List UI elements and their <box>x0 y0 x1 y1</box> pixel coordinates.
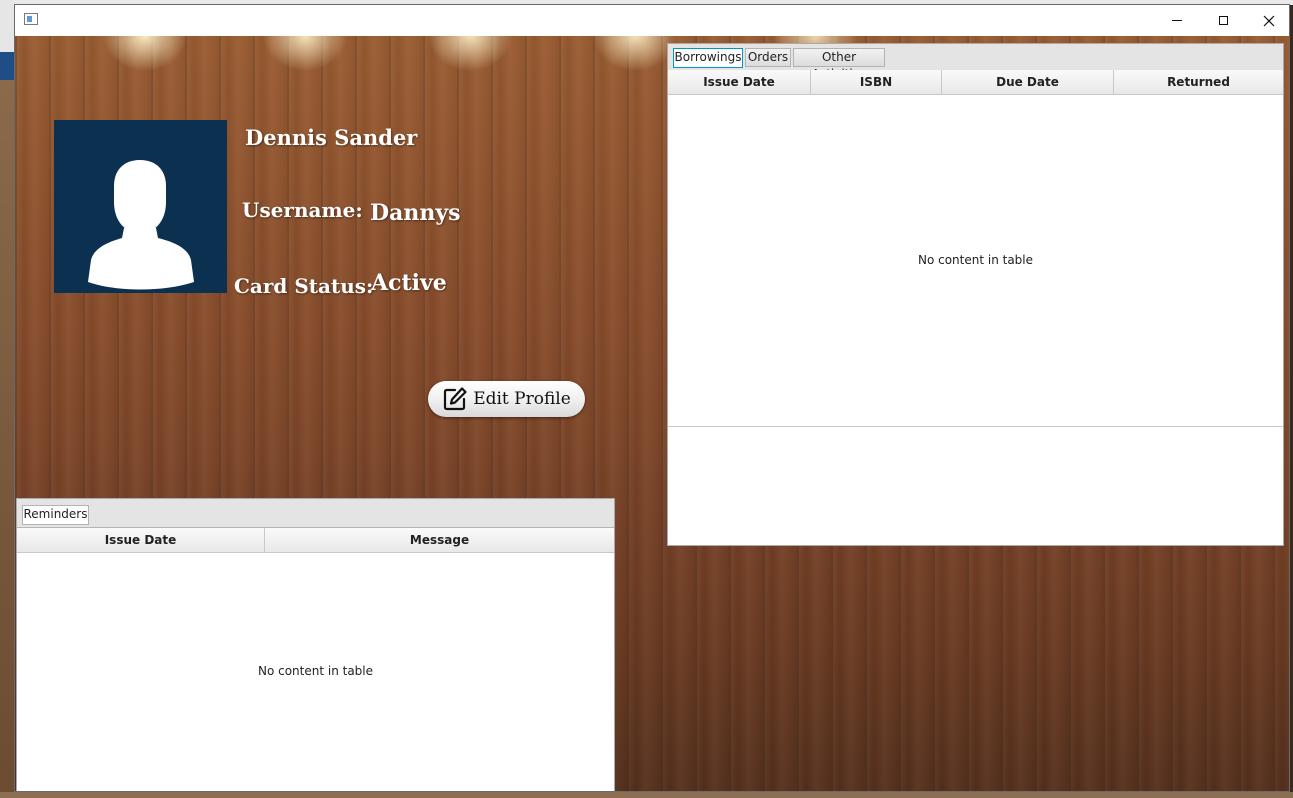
activity-tab-header: Borrowings Orders Other Activities <box>668 44 1283 81</box>
tab-borrowings[interactable]: Borrowings <box>673 48 743 68</box>
tab-reminders[interactable]: Reminders <box>22 505 89 525</box>
edit-pencil-icon <box>442 386 468 412</box>
column-isbn[interactable]: ISBN <box>811 70 942 94</box>
username-value: Dannys <box>370 200 461 226</box>
avatar <box>54 120 227 293</box>
column-returned[interactable]: Returned <box>1114 70 1283 94</box>
app-window-icon <box>24 13 38 25</box>
profile-view: Dennis Sander Username: Dannys Card Stat… <box>15 36 1289 791</box>
app-window: Dennis Sander Username: Dannys Card Stat… <box>14 4 1290 792</box>
user-full-name: Dennis Sander <box>245 125 418 150</box>
card-status-value: Active <box>371 270 447 296</box>
minimize-icon <box>1172 20 1182 21</box>
maximize-icon <box>1218 16 1228 25</box>
edit-profile-label: Edit Profile <box>473 389 571 409</box>
username-label: Username: <box>242 198 363 222</box>
reminders-tab-pane: Reminders Issue Date Message No content … <box>16 498 615 791</box>
borrowings-empty-message: No content in table <box>917 253 1034 267</box>
minimize-button[interactable] <box>1154 5 1200 36</box>
maximize-button[interactable] <box>1200 5 1246 36</box>
title-bar <box>15 5 1289 36</box>
reminders-table-header: Issue Date Message <box>17 528 614 553</box>
reminders-empty-message: No content in table <box>257 664 374 678</box>
column-issue-date[interactable]: Issue Date <box>668 70 811 94</box>
desktop-background-left <box>0 0 15 798</box>
borrowings-table-header: Issue Date ISBN Due Date Returned <box>668 70 1283 95</box>
close-button[interactable] <box>1246 5 1289 36</box>
tab-orders[interactable]: Orders <box>745 48 791 67</box>
table-divider <box>668 426 1283 427</box>
tab-other-activities[interactable]: Other Activities <box>793 48 885 81</box>
column-issue-date[interactable]: Issue Date <box>17 528 265 552</box>
user-silhouette-icon <box>88 160 194 290</box>
column-due-date[interactable]: Due Date <box>942 70 1114 94</box>
edit-profile-button[interactable]: Edit Profile <box>428 381 585 417</box>
card-status-label: Card Status: <box>234 274 374 298</box>
reminders-tab-header: Reminders <box>17 499 614 528</box>
desktop-background-bottom <box>0 792 1293 798</box>
activity-tab-pane: Borrowings Orders Other Activities Issue… <box>667 43 1284 546</box>
column-message[interactable]: Message <box>265 528 614 552</box>
close-icon <box>1263 15 1275 26</box>
